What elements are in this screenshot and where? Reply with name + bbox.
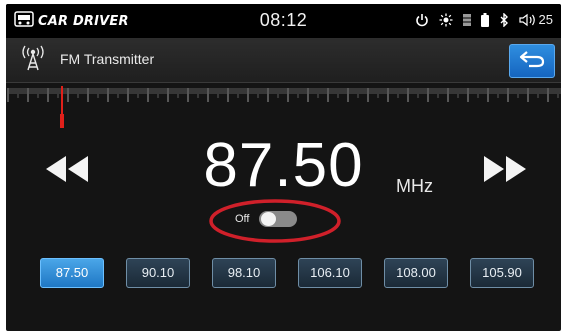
tuning-scale-ticks: [6, 84, 561, 132]
preset-button[interactable]: 98.10: [212, 258, 276, 288]
signal-icon: [462, 13, 471, 27]
power-icon[interactable]: [415, 13, 429, 27]
page-title: FM Transmitter: [60, 51, 155, 67]
frequency-display: 87.50: [203, 131, 364, 200]
preset-button[interactable]: 105.90: [470, 258, 534, 288]
tuning-indicator-handle: [60, 114, 64, 128]
system-icons: 25: [415, 12, 553, 27]
preset-button[interactable]: 90.10: [126, 258, 190, 288]
tuning-scale[interactable]: [6, 84, 561, 132]
brightness-icon[interactable]: [439, 13, 453, 27]
volume-level: 25: [538, 12, 553, 27]
bluetooth-icon: [499, 12, 509, 27]
status-bar: CAR DRIVER 08:12 25: [6, 4, 561, 38]
screen: CAR DRIVER 08:12 25 FM Transmitter 87.50…: [6, 4, 561, 331]
back-button[interactable]: [509, 44, 555, 78]
toggle-knob: [261, 212, 277, 226]
transmitter-toggle[interactable]: [259, 211, 298, 227]
preset-button[interactable]: 106.10: [298, 258, 362, 288]
frequency-unit: MHz: [396, 176, 433, 196]
preset-button[interactable]: 87.50: [40, 258, 104, 288]
back-arrow-icon: [519, 50, 545, 73]
antenna-icon: [20, 44, 46, 77]
preset-button[interactable]: 108.00: [384, 258, 448, 288]
volume-icon[interactable]: 25: [518, 12, 553, 27]
toggle-label: Off: [235, 213, 250, 225]
app-header: FM Transmitter: [6, 38, 561, 83]
battery-icon: [480, 12, 489, 27]
transmitter-toggle-row: Off: [235, 211, 298, 227]
